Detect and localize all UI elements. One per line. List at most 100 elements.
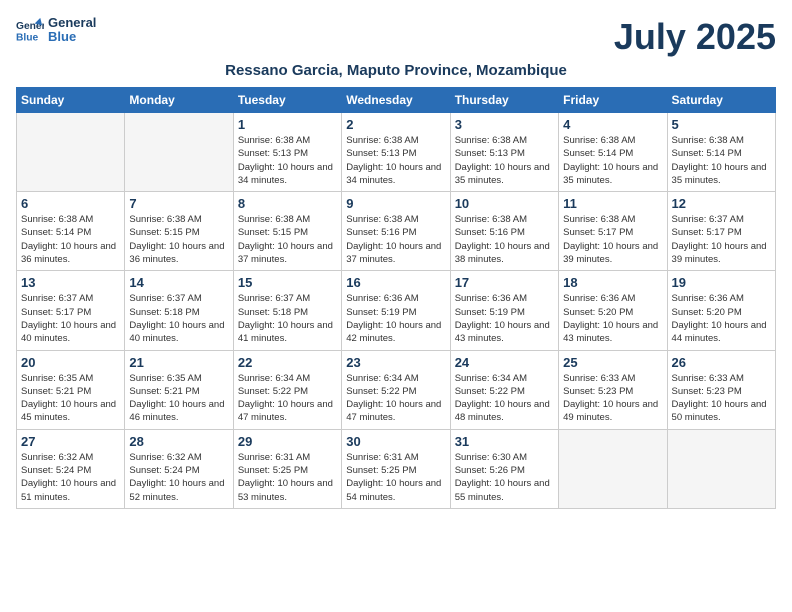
day-cell: 27 Sunrise: 6:32 AM Sunset: 5:24 PM Dayli… [17, 429, 125, 508]
day-cell: 4 Sunrise: 6:38 AM Sunset: 5:14 PM Daylig… [559, 113, 667, 192]
day-number: 30 [346, 434, 445, 449]
logo-text-blue: Blue [48, 30, 96, 44]
month-title: July 2025 [614, 16, 776, 58]
week-row-1: 1Sunrise: 6:38 AM Sunset: 5:13 PM Daylig… [17, 113, 776, 192]
day-cell: 21 Sunrise: 6:35 AM Sunset: 5:21 PM Dayli… [125, 350, 233, 429]
day-number: 18 [563, 275, 662, 290]
day-cell [125, 113, 233, 192]
week-row-4: 20 Sunrise: 6:35 AM Sunset: 5:21 PM Dayli… [17, 350, 776, 429]
days-header-row: SundayMondayTuesdayWednesdayThursdayFrid… [17, 88, 776, 113]
day-number: 31 [455, 434, 554, 449]
day-info: Sunrise: 6:30 AM Sunset: 5:26 PM Dayligh… [455, 451, 554, 504]
day-cell: 15 Sunrise: 6:37 AM Sunset: 5:18 PM Dayli… [233, 271, 341, 350]
day-number: 4 [563, 117, 662, 132]
day-info: Sunrise: 6:35 AM Sunset: 5:21 PM Dayligh… [21, 372, 120, 425]
day-number: 16 [346, 275, 445, 290]
day-cell: 13 Sunrise: 6:37 AM Sunset: 5:17 PM Dayli… [17, 271, 125, 350]
svg-text:Blue: Blue [16, 33, 39, 44]
day-cell: 12 Sunrise: 6:37 AM Sunset: 5:17 PM Dayli… [667, 192, 775, 271]
day-header-monday: Monday [125, 88, 233, 113]
day-cell: 28 Sunrise: 6:32 AM Sunset: 5:24 PM Dayli… [125, 429, 233, 508]
day-header-thursday: Thursday [450, 88, 558, 113]
day-cell: 20 Sunrise: 6:35 AM Sunset: 5:21 PM Dayli… [17, 350, 125, 429]
day-number: 15 [238, 275, 337, 290]
day-number: 11 [563, 196, 662, 211]
day-cell: 22 Sunrise: 6:34 AM Sunset: 5:22 PM Dayli… [233, 350, 341, 429]
day-info: Sunrise: 6:31 AM Sunset: 5:25 PM Dayligh… [346, 451, 445, 504]
day-number: 19 [672, 275, 771, 290]
day-number: 5 [672, 117, 771, 132]
day-cell [559, 429, 667, 508]
day-cell: 1Sunrise: 6:38 AM Sunset: 5:13 PM Daylig… [233, 113, 341, 192]
day-number: 14 [129, 275, 228, 290]
day-info: Sunrise: 6:38 AM Sunset: 5:14 PM Dayligh… [672, 134, 771, 187]
day-header-tuesday: Tuesday [233, 88, 341, 113]
day-info: Sunrise: 6:38 AM Sunset: 5:16 PM Dayligh… [346, 213, 445, 266]
day-info: Sunrise: 6:38 AM Sunset: 5:14 PM Dayligh… [563, 134, 662, 187]
day-info: Sunrise: 6:38 AM Sunset: 5:13 PM Dayligh… [238, 134, 337, 187]
day-cell: 31 Sunrise: 6:30 AM Sunset: 5:26 PM Dayli… [450, 429, 558, 508]
day-cell: 18 Sunrise: 6:36 AM Sunset: 5:20 PM Dayli… [559, 271, 667, 350]
week-row-3: 13 Sunrise: 6:37 AM Sunset: 5:17 PM Dayli… [17, 271, 776, 350]
logo-icon: General Blue [16, 16, 44, 44]
day-info: Sunrise: 6:38 AM Sunset: 5:15 PM Dayligh… [238, 213, 337, 266]
day-info: Sunrise: 6:34 AM Sunset: 5:22 PM Dayligh… [455, 372, 554, 425]
day-number: 28 [129, 434, 228, 449]
day-info: Sunrise: 6:38 AM Sunset: 5:16 PM Dayligh… [455, 213, 554, 266]
week-row-2: 6Sunrise: 6:38 AM Sunset: 5:14 PM Daylig… [17, 192, 776, 271]
header: General Blue General Blue July 2025 [16, 16, 776, 58]
calendar-table: SundayMondayTuesdayWednesdayThursdayFrid… [16, 87, 776, 509]
day-number: 23 [346, 355, 445, 370]
day-cell: 6Sunrise: 6:38 AM Sunset: 5:14 PM Daylig… [17, 192, 125, 271]
day-number: 13 [21, 275, 120, 290]
day-info: Sunrise: 6:34 AM Sunset: 5:22 PM Dayligh… [346, 372, 445, 425]
day-number: 20 [21, 355, 120, 370]
day-number: 22 [238, 355, 337, 370]
day-number: 27 [21, 434, 120, 449]
day-info: Sunrise: 6:38 AM Sunset: 5:15 PM Dayligh… [129, 213, 228, 266]
logo: General Blue General Blue [16, 16, 96, 45]
day-info: Sunrise: 6:38 AM Sunset: 5:13 PM Dayligh… [346, 134, 445, 187]
day-info: Sunrise: 6:34 AM Sunset: 5:22 PM Dayligh… [238, 372, 337, 425]
day-cell: 26Sunrise: 6:33 AM Sunset: 5:23 PM Dayli… [667, 350, 775, 429]
day-info: Sunrise: 6:35 AM Sunset: 5:21 PM Dayligh… [129, 372, 228, 425]
day-header-wednesday: Wednesday [342, 88, 450, 113]
day-cell: 8 Sunrise: 6:38 AM Sunset: 5:15 PM Daylig… [233, 192, 341, 271]
day-info: Sunrise: 6:38 AM Sunset: 5:14 PM Dayligh… [21, 213, 120, 266]
day-number: 12 [672, 196, 771, 211]
day-cell: 14 Sunrise: 6:37 AM Sunset: 5:18 PM Dayli… [125, 271, 233, 350]
day-cell [667, 429, 775, 508]
day-info: Sunrise: 6:33 AM Sunset: 5:23 PM Dayligh… [563, 372, 662, 425]
day-info: Sunrise: 6:37 AM Sunset: 5:17 PM Dayligh… [672, 213, 771, 266]
day-cell: 5 Sunrise: 6:38 AM Sunset: 5:14 PM Daylig… [667, 113, 775, 192]
location-title: Ressano Garcia, Maputo Province, Mozambi… [16, 62, 776, 79]
day-number: 7 [129, 196, 228, 211]
day-cell: 16 Sunrise: 6:36 AM Sunset: 5:19 PM Dayli… [342, 271, 450, 350]
logo-text-general: General [48, 16, 96, 30]
day-info: Sunrise: 6:37 AM Sunset: 5:18 PM Dayligh… [129, 292, 228, 345]
day-header-sunday: Sunday [17, 88, 125, 113]
day-cell: 23 Sunrise: 6:34 AM Sunset: 5:22 PM Dayli… [342, 350, 450, 429]
day-info: Sunrise: 6:36 AM Sunset: 5:20 PM Dayligh… [563, 292, 662, 345]
day-cell: 30 Sunrise: 6:31 AM Sunset: 5:25 PM Dayli… [342, 429, 450, 508]
day-info: Sunrise: 6:32 AM Sunset: 5:24 PM Dayligh… [21, 451, 120, 504]
day-info: Sunrise: 6:37 AM Sunset: 5:18 PM Dayligh… [238, 292, 337, 345]
day-info: Sunrise: 6:36 AM Sunset: 5:20 PM Dayligh… [672, 292, 771, 345]
day-number: 10 [455, 196, 554, 211]
day-info: Sunrise: 6:37 AM Sunset: 5:17 PM Dayligh… [21, 292, 120, 345]
day-info: Sunrise: 6:32 AM Sunset: 5:24 PM Dayligh… [129, 451, 228, 504]
day-info: Sunrise: 6:33 AM Sunset: 5:23 PM Dayligh… [672, 372, 771, 425]
day-number: 25 [563, 355, 662, 370]
day-info: Sunrise: 6:36 AM Sunset: 5:19 PM Dayligh… [346, 292, 445, 345]
day-number: 2 [346, 117, 445, 132]
day-number: 17 [455, 275, 554, 290]
day-cell: 19 Sunrise: 6:36 AM Sunset: 5:20 PM Dayli… [667, 271, 775, 350]
day-cell: 7 Sunrise: 6:38 AM Sunset: 5:15 PM Daylig… [125, 192, 233, 271]
day-header-friday: Friday [559, 88, 667, 113]
day-info: Sunrise: 6:38 AM Sunset: 5:17 PM Dayligh… [563, 213, 662, 266]
day-number: 21 [129, 355, 228, 370]
day-cell: 24Sunrise: 6:34 AM Sunset: 5:22 PM Dayli… [450, 350, 558, 429]
day-number: 8 [238, 196, 337, 211]
day-cell: 10 Sunrise: 6:38 AM Sunset: 5:16 PM Dayli… [450, 192, 558, 271]
day-cell: 17Sunrise: 6:36 AM Sunset: 5:19 PM Dayli… [450, 271, 558, 350]
